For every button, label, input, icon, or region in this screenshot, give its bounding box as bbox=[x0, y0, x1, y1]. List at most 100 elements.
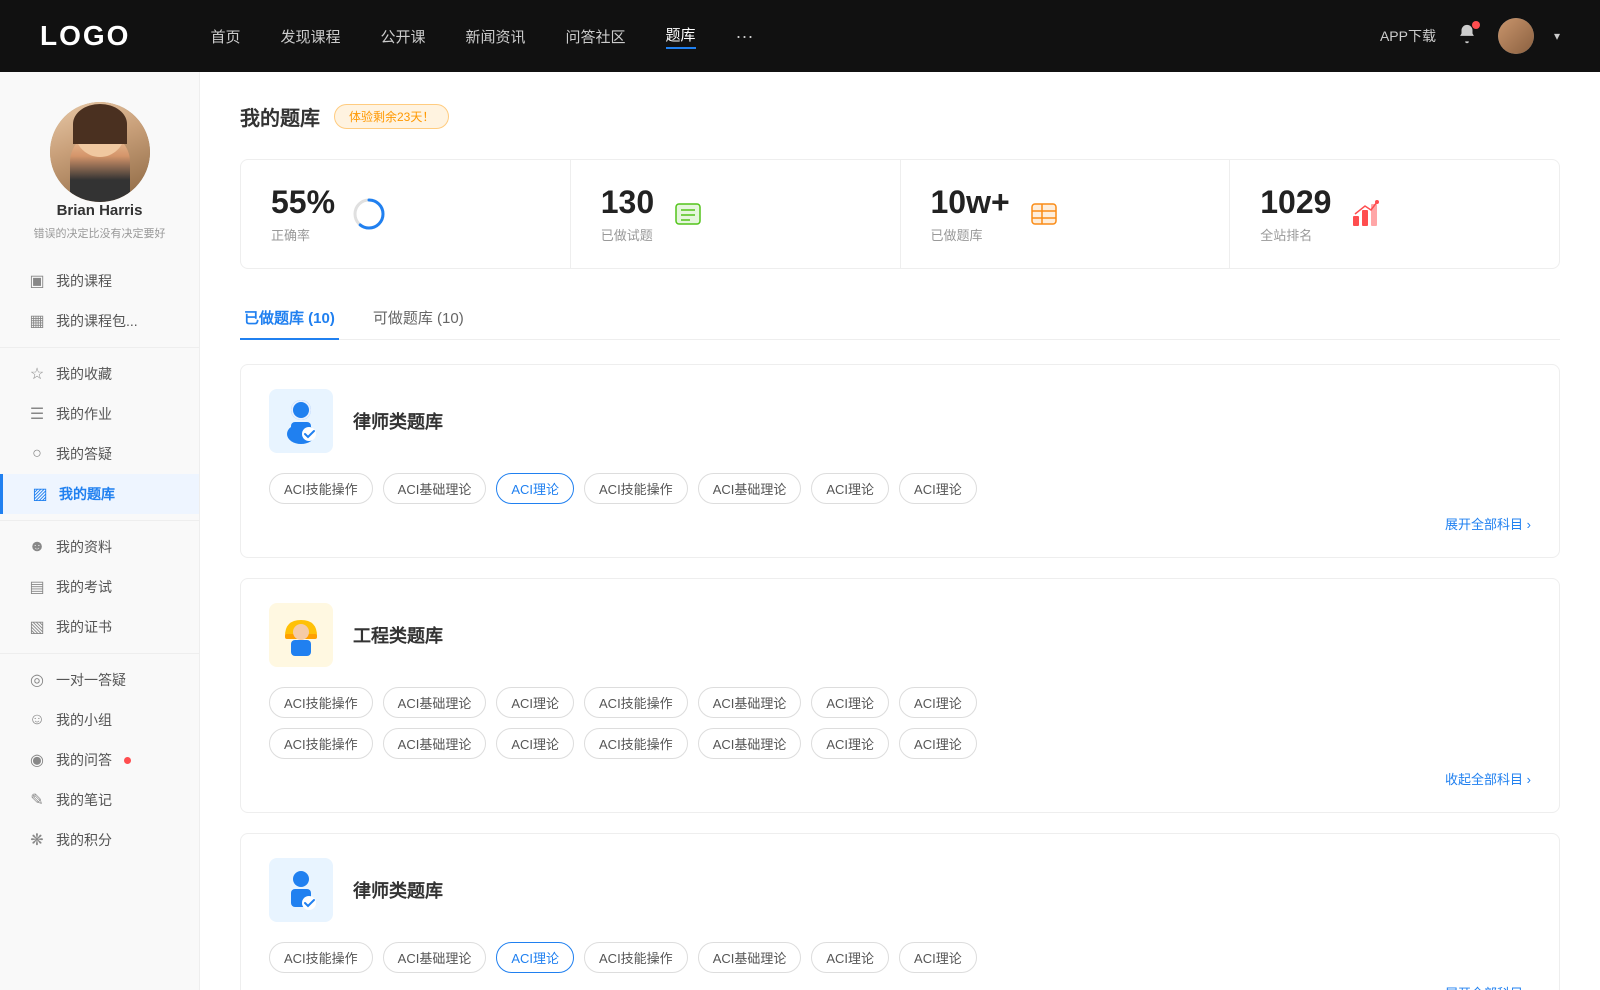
bank-lawyer-1-icon bbox=[269, 389, 333, 453]
l2-tag-5[interactable]: ACI理论 bbox=[811, 942, 889, 973]
bank-section-lawyer-2: 律师类题库 ACI技能操作 ACI基础理论 ACI理论 ACI技能操作 ACI基… bbox=[240, 833, 1560, 990]
tag-4[interactable]: ACI基础理论 bbox=[698, 473, 802, 504]
tab-done[interactable]: 已做题库 (10) bbox=[240, 297, 339, 340]
tag-5[interactable]: ACI理论 bbox=[811, 473, 889, 504]
eng-tag-r2-3[interactable]: ACI技能操作 bbox=[584, 728, 688, 759]
stat-done-b-number: 10w+ bbox=[931, 184, 1010, 221]
homework-icon: ☰ bbox=[28, 404, 46, 424]
sidebar-item-exam[interactable]: ▤ 我的考试 bbox=[0, 567, 199, 607]
tag-2[interactable]: ACI理论 bbox=[496, 473, 574, 504]
nav-link-open[interactable]: 公开课 bbox=[380, 26, 425, 47]
tag-1[interactable]: ACI基础理论 bbox=[383, 473, 487, 504]
eng-tag-r2-0[interactable]: ACI技能操作 bbox=[269, 728, 373, 759]
points-icon: ❋ bbox=[28, 830, 46, 850]
tag-6[interactable]: ACI理论 bbox=[899, 473, 977, 504]
sidebar-item-one-on-one[interactable]: ◎ 一对一答疑 bbox=[0, 660, 199, 700]
expand-btn-lawyer-2[interactable]: 展开全部科目 › bbox=[1445, 983, 1531, 990]
eng-tag-r2-4[interactable]: ACI基础理论 bbox=[698, 728, 802, 759]
stat-done-q-number: 130 bbox=[601, 184, 654, 221]
l2-tag-3[interactable]: ACI技能操作 bbox=[584, 942, 688, 973]
nav-link-courses[interactable]: 发现课程 bbox=[280, 26, 340, 47]
stat-rank-icon bbox=[1347, 196, 1383, 232]
bank-section-lawyer-1: 律师类题库 ACI技能操作 ACI基础理论 ACI理论 ACI技能操作 ACI基… bbox=[240, 364, 1560, 558]
eng-tag-r1-0[interactable]: ACI技能操作 bbox=[269, 687, 373, 718]
bank-section-engineer-1: 工程类题库 ACI技能操作 ACI基础理论 ACI理论 ACI技能操作 ACI基… bbox=[240, 578, 1560, 813]
sidebar-item-homework[interactable]: ☰ 我的作业 bbox=[0, 394, 199, 434]
nav-avatar[interactable] bbox=[1498, 18, 1534, 54]
tag-0[interactable]: ACI技能操作 bbox=[269, 473, 373, 504]
stat-done-questions: 130 已做试题 bbox=[571, 160, 901, 268]
sidebar-user-motto: 错误的决定比没有决定要好 bbox=[34, 225, 166, 241]
main-layout: Brian Harris 错误的决定比没有决定要好 ▣ 我的课程 ▦ 我的课程包… bbox=[0, 72, 1600, 990]
sidebar-item-qa[interactable]: ○ 我的答疑 bbox=[0, 434, 199, 474]
stat-rank-label: 全站排名 bbox=[1260, 225, 1331, 244]
bank-icon: ▨ bbox=[31, 484, 49, 504]
stat-accuracy-label: 正确率 bbox=[271, 225, 335, 244]
group-icon: ☺ bbox=[28, 711, 46, 729]
nav-link-qa[interactable]: 问答社区 bbox=[566, 26, 626, 47]
stats-row: 55% 正确率 130 已做试题 bbox=[240, 159, 1560, 269]
nav-link-bank[interactable]: 题库 bbox=[666, 24, 696, 49]
nav-link-home[interactable]: 首页 bbox=[210, 26, 240, 47]
l2-tag-2[interactable]: ACI理论 bbox=[496, 942, 574, 973]
eng-tag-r1-2[interactable]: ACI理论 bbox=[496, 687, 574, 718]
eng-tag-r2-6[interactable]: ACI理论 bbox=[899, 728, 977, 759]
sidebar-item-my-bank[interactable]: ▨ 我的题库 bbox=[0, 474, 199, 514]
sidebar-item-favorites[interactable]: ☆ 我的收藏 bbox=[0, 354, 199, 394]
nav-logo: LOGO bbox=[40, 20, 130, 52]
bank-tabs: 已做题库 (10) 可做题库 (10) bbox=[240, 297, 1560, 340]
stat-accuracy-number: 55% bbox=[271, 184, 335, 221]
sidebar-item-my-course[interactable]: ▣ 我的课程 bbox=[0, 261, 199, 301]
divider-1 bbox=[0, 347, 199, 348]
expand-btn-lawyer-1[interactable]: 展开全部科目 › bbox=[1445, 514, 1531, 533]
tab-todo[interactable]: 可做题库 (10) bbox=[369, 297, 468, 340]
bank-lawyer-2-title: 律师类题库 bbox=[353, 877, 443, 903]
eng-tag-r1-6[interactable]: ACI理论 bbox=[899, 687, 977, 718]
eng-tag-r1-1[interactable]: ACI基础理论 bbox=[383, 687, 487, 718]
sidebar-item-profile[interactable]: ☻ 我的资料 bbox=[0, 527, 199, 567]
sidebar-item-cert[interactable]: ▧ 我的证书 bbox=[0, 607, 199, 647]
sidebar: Brian Harris 错误的决定比没有决定要好 ▣ 我的课程 ▦ 我的课程包… bbox=[0, 72, 200, 990]
l2-tag-1[interactable]: ACI基础理论 bbox=[383, 942, 487, 973]
nav-bell-button[interactable] bbox=[1456, 23, 1478, 50]
sidebar-item-notes[interactable]: ✎ 我的笔记 bbox=[0, 780, 199, 820]
eng-tag-r2-2[interactable]: ACI理论 bbox=[496, 728, 574, 759]
top-nav: LOGO 首页 发现课程 公开课 新闻资讯 问答社区 题库 ··· APP下载 … bbox=[0, 0, 1600, 72]
collapse-btn-engineer[interactable]: 收起全部科目 › bbox=[1445, 769, 1531, 788]
nav-links: 首页 发现课程 公开课 新闻资讯 问答社区 题库 ··· bbox=[210, 24, 1380, 49]
nav-app-download[interactable]: APP下载 bbox=[1380, 26, 1436, 46]
bank-engineer-tags-row1: ACI技能操作 ACI基础理论 ACI理论 ACI技能操作 ACI基础理论 AC… bbox=[269, 687, 1531, 718]
bank-engineer-title: 工程类题库 bbox=[353, 622, 443, 648]
eng-tag-r2-1[interactable]: ACI基础理论 bbox=[383, 728, 487, 759]
my-qa-icon: ◉ bbox=[28, 750, 46, 770]
nav-more-dots[interactable]: ··· bbox=[736, 26, 754, 47]
stat-done-b-label: 已做题库 bbox=[931, 225, 1010, 244]
divider-2 bbox=[0, 520, 199, 521]
sidebar-item-my-qa[interactable]: ◉ 我的问答 bbox=[0, 740, 199, 780]
exam-icon: ▤ bbox=[28, 577, 46, 597]
eng-tag-r1-4[interactable]: ACI基础理论 bbox=[698, 687, 802, 718]
bank-lawyer-2-tags: ACI技能操作 ACI基础理论 ACI理论 ACI技能操作 ACI基础理论 AC… bbox=[269, 942, 1531, 973]
sidebar-avatar bbox=[50, 102, 150, 202]
eng-tag-r2-5[interactable]: ACI理论 bbox=[811, 728, 889, 759]
nav-link-news[interactable]: 新闻资讯 bbox=[466, 26, 526, 47]
page-header: 我的题库 体验剩余23天！ bbox=[240, 102, 1560, 131]
qa-icon: ○ bbox=[28, 445, 46, 463]
l2-tag-6[interactable]: ACI理论 bbox=[899, 942, 977, 973]
favorites-icon: ☆ bbox=[28, 364, 46, 384]
sidebar-item-points[interactable]: ❋ 我的积分 bbox=[0, 820, 199, 860]
eng-tag-r1-3[interactable]: ACI技能操作 bbox=[584, 687, 688, 718]
l2-tag-4[interactable]: ACI基础理论 bbox=[698, 942, 802, 973]
bank-lawyer-1-title: 律师类题库 bbox=[353, 408, 443, 434]
sidebar-item-group[interactable]: ☺ 我的小组 bbox=[0, 700, 199, 740]
sidebar-item-my-course-pkg[interactable]: ▦ 我的课程包... bbox=[0, 301, 199, 341]
stat-accuracy-icon bbox=[351, 196, 387, 232]
nav-dropdown-arrow[interactable]: ▾ bbox=[1554, 29, 1560, 43]
bank-engineer-icon bbox=[269, 603, 333, 667]
notes-icon: ✎ bbox=[28, 790, 46, 810]
cert-icon: ▧ bbox=[28, 617, 46, 637]
l2-tag-0[interactable]: ACI技能操作 bbox=[269, 942, 373, 973]
stat-rank-number: 1029 bbox=[1260, 184, 1331, 221]
eng-tag-r1-5[interactable]: ACI理论 bbox=[811, 687, 889, 718]
tag-3[interactable]: ACI技能操作 bbox=[584, 473, 688, 504]
